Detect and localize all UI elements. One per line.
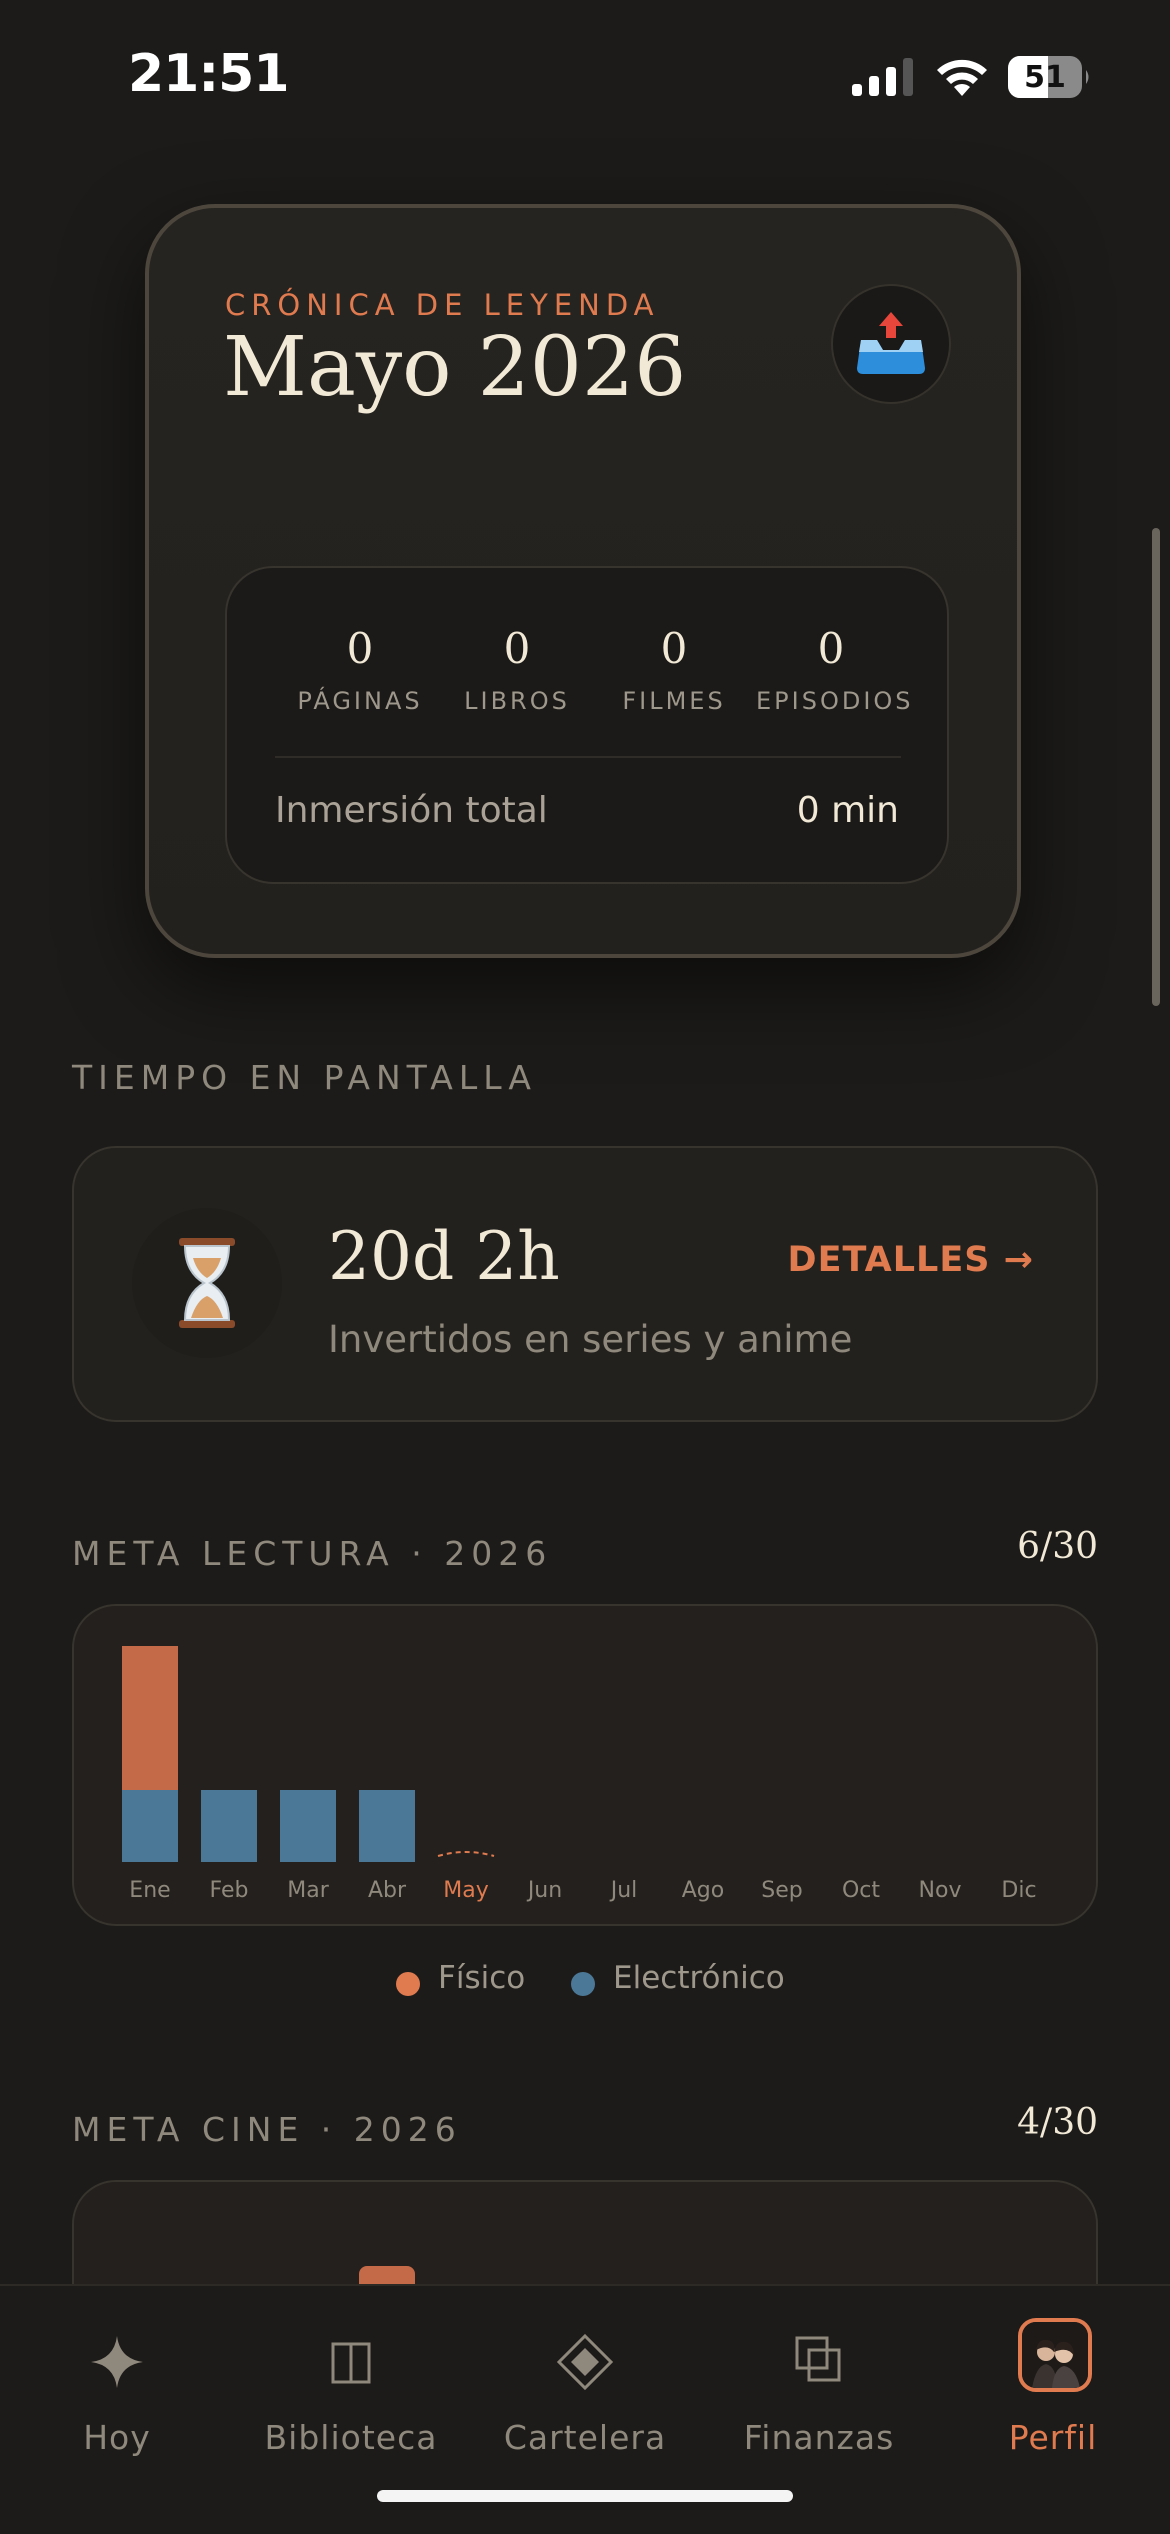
stat-value: 0 bbox=[660, 624, 688, 673]
tab-hoy[interactable]: Hoy bbox=[0, 2316, 234, 2466]
stat-pages: 0 PÁGINAS bbox=[285, 624, 435, 715]
bar-abr-electrónico bbox=[359, 1790, 415, 1862]
bar-ene-físico bbox=[122, 1646, 178, 1790]
month-label-nov: Nov bbox=[918, 1878, 962, 1903]
details-link[interactable]: DETALLES → bbox=[788, 1240, 1034, 1280]
bar-ene-electrónico bbox=[122, 1790, 178, 1862]
hourglass-badge bbox=[132, 1208, 282, 1358]
bar-feb-electrónico bbox=[201, 1790, 257, 1862]
month-label-ene: Ene bbox=[129, 1878, 171, 1903]
avatar-icon bbox=[1022, 2322, 1088, 2388]
reading-goal-chart: Ene Feb Mar Abr May Jun Jul Ago Sep Oct Nov Dic bbox=[72, 1604, 1098, 1926]
legend-label-physical: Físico bbox=[438, 1960, 526, 1996]
reading-goal-count: 6/30 bbox=[1017, 1526, 1098, 1567]
tab-cartelera[interactable]: Cartelera bbox=[468, 2316, 702, 2466]
stat-value: 0 bbox=[346, 624, 374, 673]
bar-mar-electrónico bbox=[280, 1790, 336, 1862]
month-label-abr: Abr bbox=[367, 1878, 407, 1903]
tab-perfil[interactable]: Perfil bbox=[936, 2316, 1170, 2466]
monthly-chronicle-card: CRÓNICA DE LEYENDA Mayo 2026 0 PÁGINAS 0… bbox=[145, 204, 1021, 958]
section-title-reading-goal: META LECTURA · 2026 bbox=[72, 1534, 553, 1573]
screen-time-card[interactable]: 20d 2h Invertidos en series y anime DETA… bbox=[72, 1146, 1098, 1422]
month-label-dic: Dic bbox=[1001, 1878, 1037, 1903]
month-label-sep: Sep bbox=[761, 1878, 803, 1903]
screen-time-value: 20d 2h bbox=[328, 1218, 560, 1295]
legend-swatch-electronic bbox=[571, 1972, 595, 1996]
book-icon bbox=[331, 2342, 371, 2384]
scroll-indicator bbox=[1152, 528, 1160, 1006]
tab-label: Finanzas bbox=[743, 2418, 895, 2457]
tab-label: Biblioteca bbox=[264, 2418, 438, 2457]
stat-value: 0 bbox=[503, 624, 531, 673]
layers-icon bbox=[795, 2336, 841, 2382]
tab-finanzas[interactable]: Finanzas bbox=[702, 2316, 936, 2466]
diamond-icon bbox=[556, 2333, 614, 2391]
outbox-tray-icon bbox=[857, 312, 925, 374]
cellular-signal-icon bbox=[852, 58, 913, 96]
card-kicker: CRÓNICA DE LEYENDA bbox=[225, 288, 660, 322]
hourglass-icon bbox=[179, 1238, 235, 1328]
month-label-feb: Feb bbox=[209, 1878, 249, 1903]
share-button[interactable] bbox=[831, 284, 951, 404]
immersion-label: Inmersión total bbox=[275, 790, 548, 831]
stat-value: 0 bbox=[817, 624, 845, 673]
month-label-may: May bbox=[443, 1878, 489, 1903]
section-title-cinema-goal: META CINE · 2026 bbox=[72, 2110, 462, 2149]
legend-label-electronic: Electrónico bbox=[613, 1960, 785, 1996]
stat-films: 0 FILMES bbox=[599, 624, 749, 715]
tab-biblioteca[interactable]: Biblioteca bbox=[234, 2316, 468, 2466]
month-label-ago: Ago bbox=[681, 1878, 725, 1903]
chart-legend: Físico Electrónico bbox=[0, 1960, 1170, 2008]
tab-label: Hoy bbox=[83, 2418, 151, 2457]
month-label-mar: Mar bbox=[287, 1878, 329, 1903]
battery-level: 51 bbox=[1024, 60, 1066, 95]
card-title: Mayo 2026 bbox=[223, 320, 687, 415]
tab-label: Cartelera bbox=[503, 2418, 667, 2457]
current-month-marker bbox=[437, 1851, 495, 1857]
wifi-icon bbox=[937, 59, 987, 96]
month-label-jun: Jun bbox=[527, 1878, 563, 1903]
section-title-screen-time: TIEMPO EN PANTALLA bbox=[72, 1058, 537, 1097]
stat-label: EPISODIOS bbox=[756, 687, 914, 715]
stat-episodes: 0 EPISODIOS bbox=[756, 624, 914, 715]
divider bbox=[275, 756, 901, 758]
avatar bbox=[1018, 2318, 1092, 2392]
stat-label: PÁGINAS bbox=[297, 687, 423, 715]
immersion-value: 0 min bbox=[796, 790, 899, 831]
status-time: 21:51 bbox=[128, 44, 290, 104]
tab-label: Perfil bbox=[1008, 2418, 1098, 2457]
cinema-goal-count: 4/30 bbox=[1017, 2102, 1098, 2143]
sparkle-icon bbox=[91, 2336, 143, 2388]
month-label-jul: Jul bbox=[610, 1878, 638, 1903]
stat-label: FILMES bbox=[622, 687, 726, 715]
month-label-oct: Oct bbox=[841, 1878, 881, 1903]
home-indicator bbox=[377, 2490, 793, 2502]
screen-time-subtitle: Invertidos en series y anime bbox=[328, 1318, 853, 1361]
stat-label: LIBROS bbox=[464, 687, 570, 715]
legend-swatch-physical bbox=[396, 1972, 420, 1996]
battery-icon: 51 bbox=[1008, 54, 1092, 100]
monthly-stats-panel: 0 PÁGINAS 0 LIBROS 0 FILMES 0 EPISODIOS … bbox=[225, 566, 949, 884]
stat-books: 0 LIBROS bbox=[442, 624, 592, 715]
